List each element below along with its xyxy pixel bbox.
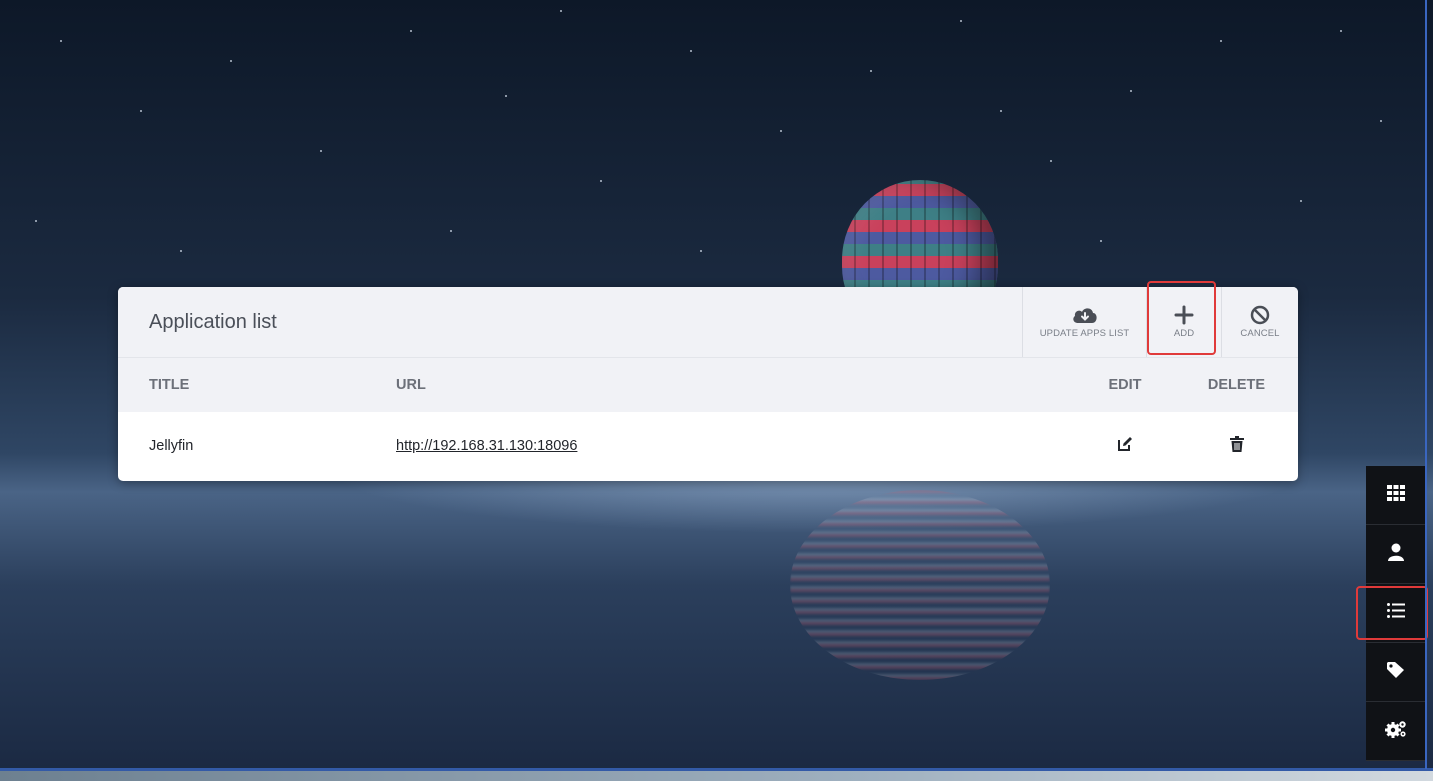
ban-icon — [1250, 305, 1270, 325]
gears-icon — [1384, 720, 1407, 743]
column-header-edit: EDIT — [1108, 377, 1142, 393]
table-header: TITLE URL EDIT DELETE — [118, 358, 1298, 412]
sidebar-item-user[interactable] — [1366, 525, 1425, 584]
column-header-url: URL — [396, 377, 426, 393]
cloud-download-icon — [1072, 305, 1098, 325]
app-title-cell: Jellyfin — [149, 438, 194, 454]
page-title: Application list — [149, 310, 277, 333]
list-item-highlight — [1356, 586, 1428, 640]
user-icon — [1387, 543, 1404, 566]
add-button-highlight — [1147, 281, 1216, 355]
sidebar-item-apps[interactable] — [1366, 466, 1425, 525]
update-apps-list-label: UPDATE APPS LIST — [1039, 328, 1130, 339]
sidebar-item-settings[interactable] — [1366, 702, 1425, 761]
application-list-panel: Application list UPDATE APPS LIST ADD CA… — [118, 287, 1298, 481]
window-frame-right — [1425, 0, 1427, 769]
table-row: Jellyfin http://192.168.31.130:18096 — [118, 412, 1298, 480]
balloon-reflection-image — [790, 490, 1050, 680]
cancel-label: CANCEL — [1240, 328, 1280, 339]
sidebar-item-tags[interactable] — [1366, 643, 1425, 702]
trash-icon[interactable] — [1229, 436, 1244, 452]
update-apps-list-button[interactable]: UPDATE APPS LIST — [1022, 287, 1146, 357]
tag-icon — [1386, 661, 1405, 683]
panel-header: Application list UPDATE APPS LIST ADD CA… — [118, 287, 1298, 358]
grid-icon — [1386, 484, 1405, 506]
taskbar-strip — [0, 771, 1433, 781]
column-header-delete: DELETE — [1207, 377, 1266, 393]
app-url-link[interactable]: http://192.168.31.130:18096 — [396, 438, 577, 454]
edit-icon[interactable] — [1117, 436, 1133, 452]
column-header-title: TITLE — [149, 377, 190, 393]
cancel-button[interactable]: CANCEL — [1221, 287, 1298, 357]
